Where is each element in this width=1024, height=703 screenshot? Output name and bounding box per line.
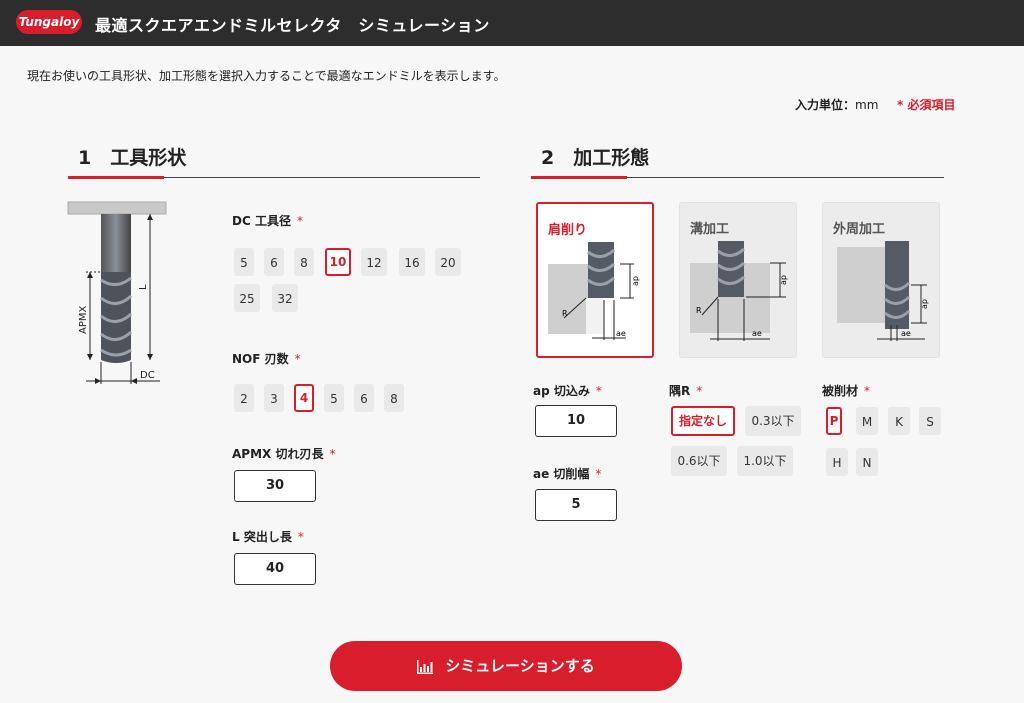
svg-text:ap: ap — [779, 275, 788, 285]
svg-text:R: R — [562, 309, 568, 318]
dc-option-25[interactable]: 25 — [234, 284, 260, 312]
nof-option-6[interactable]: 6 — [354, 384, 374, 412]
dc-option-8[interactable]: 8 — [294, 248, 314, 276]
nof-option-3[interactable]: 3 — [264, 384, 284, 412]
dc-option-5[interactable]: 5 — [234, 248, 254, 276]
svg-text:ap: ap — [631, 276, 640, 286]
tungaloy-logo[interactable]: Tungaloy — [16, 10, 82, 34]
header-bar: Tungaloy 最適スクエアエンドミルセレクタ シミュレーション — [0, 0, 1024, 46]
unit-value: mm — [855, 98, 879, 112]
corner-r-option-none[interactable]: 指定なし — [671, 406, 735, 436]
corner-r-option-0.6[interactable]: 0.6以下 — [671, 446, 727, 476]
end-mill-illustration: APMX L DC — [67, 201, 167, 384]
ap-label: ap 切込み * — [533, 384, 602, 398]
material-option-k[interactable]: K — [888, 407, 910, 435]
machining-card-slot[interactable]: 溝加工 ap ae R — [679, 202, 797, 358]
dc-option-16[interactable]: 16 — [399, 248, 425, 276]
machining-card-shoulder[interactable]: 肩削り ap ae R — [536, 202, 654, 358]
section1-rule-accent — [68, 176, 164, 179]
material-label: 被削材 * — [822, 384, 871, 398]
corner-r-label: 隅R * — [669, 384, 703, 398]
dc-option-32[interactable]: 32 — [272, 284, 298, 312]
simulate-button-label: シミュレーションする — [445, 657, 595, 675]
dc-option-6[interactable]: 6 — [264, 248, 284, 276]
required-note: * 必須項目 — [897, 98, 956, 112]
svg-text:ap: ap — [920, 299, 929, 309]
l-dim-label: L — [138, 284, 149, 290]
nof-label: NOF 刃数 * — [232, 352, 301, 366]
unit-label: 入力単位：mm — [795, 98, 879, 112]
slot-illustration: ap ae R — [690, 241, 788, 341]
svg-text:ae: ae — [616, 329, 626, 338]
intro-text: 現在お使いの工具形状、加工形態を選択入力することで最適なエンドミルを表示します。 — [27, 69, 506, 83]
nof-option-2[interactable]: 2 — [234, 384, 254, 412]
material-option-h[interactable]: H — [826, 448, 848, 476]
shoulder-illustration: ap ae R — [548, 242, 640, 340]
peripheral-illustration: ap ae — [837, 241, 929, 341]
material-option-n[interactable]: N — [856, 448, 878, 476]
corner-r-option-0.3[interactable]: 0.3以下 — [745, 406, 801, 436]
section-title-tool-shape: 1 工具形状 — [78, 147, 187, 169]
bar-chart-icon — [417, 659, 434, 674]
dc-label: DC 工具径 * — [232, 214, 303, 228]
nof-option-4[interactable]: 4 — [294, 384, 314, 412]
nof-option-5[interactable]: 5 — [324, 384, 344, 412]
apmx-dim-label: APMX — [78, 306, 89, 334]
ae-input[interactable]: 5 — [535, 489, 617, 521]
material-option-s[interactable]: S — [919, 407, 941, 435]
l-input[interactable]: 40 — [234, 553, 316, 585]
material-option-m[interactable]: M — [856, 407, 878, 435]
l-label: L 突出し長 * — [232, 530, 304, 544]
simulate-button[interactable]: シミュレーションする — [330, 641, 682, 691]
ap-input[interactable]: 10 — [535, 405, 617, 437]
machining-card-peripheral[interactable]: 外周加工 ap ae — [822, 202, 940, 358]
section2-rule-accent — [531, 176, 627, 179]
nof-option-8[interactable]: 8 — [384, 384, 404, 412]
dc-option-20[interactable]: 20 — [435, 248, 461, 276]
page-title: 最適スクエアエンドミルセレクタ シミュレーション — [95, 16, 490, 35]
apmx-label: APMX 切れ刃長 * — [232, 447, 336, 461]
svg-text:R: R — [696, 306, 702, 315]
dc-option-12[interactable]: 12 — [361, 248, 387, 276]
apmx-input[interactable]: 30 — [234, 470, 316, 502]
section-title-machining-type: 2 加工形態 — [541, 147, 650, 169]
dc-dim-label: DC — [140, 370, 155, 381]
dc-option-10[interactable]: 10 — [325, 248, 351, 276]
ae-label: ae 切削幅 * — [533, 467, 602, 481]
svg-text:ae: ae — [752, 329, 762, 338]
svg-text:ae: ae — [901, 329, 911, 338]
corner-r-option-1.0[interactable]: 1.0以下 — [737, 446, 793, 476]
material-option-p[interactable]: P — [826, 407, 842, 435]
